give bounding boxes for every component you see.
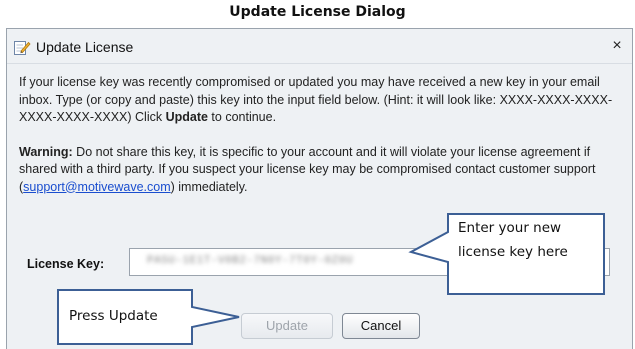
press-update-callout-text: Press Update bbox=[69, 308, 158, 324]
dialog-body: If your license key was recently comprom… bbox=[19, 74, 624, 213]
support-email-link[interactable]: support@motivewave.com bbox=[23, 180, 170, 194]
license-key-value: PA5U-1E1T-V0B2-7N0Y-7T0Y-0Z0U bbox=[147, 255, 353, 267]
license-key-label: License Key: bbox=[27, 257, 105, 271]
dialog-title: Update License bbox=[36, 39, 134, 55]
enter-key-callout-line1: Enter your new bbox=[458, 220, 562, 236]
intro-paragraph: If your license key was recently comprom… bbox=[19, 74, 624, 127]
update-license-dialog: Update License × If your license key was… bbox=[6, 28, 633, 349]
dialog-titlebar: Update License × bbox=[7, 29, 632, 64]
enter-key-callout-line2: license key here bbox=[458, 244, 568, 260]
intro-text: If your license key was recently comprom… bbox=[19, 75, 613, 124]
warning-paragraph: Warning: Do not share this key, it is sp… bbox=[19, 144, 624, 197]
update-button[interactable]: Update bbox=[241, 313, 333, 339]
warning-text-end: ) immediately. bbox=[170, 179, 248, 194]
intro-text-end: to continue. bbox=[207, 110, 277, 124]
intro-update-word: Update bbox=[165, 110, 208, 124]
figure-caption: Update License Dialog bbox=[229, 4, 406, 20]
close-button[interactable]: × bbox=[608, 36, 626, 56]
pencil-document-icon bbox=[13, 38, 31, 56]
warning-label: Warning: bbox=[19, 144, 73, 159]
cancel-button[interactable]: Cancel bbox=[342, 313, 420, 339]
